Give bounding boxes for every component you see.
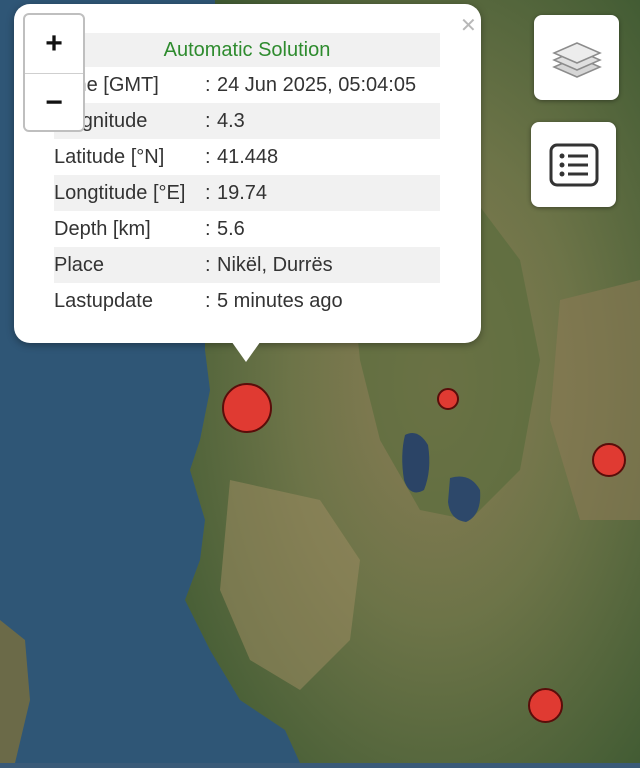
info-value: 19.74 [217,182,268,204]
info-row-depth: Depth [km] : 5.6 [54,211,440,247]
info-table: Time [GMT] : 24 Jun 2025, 05:04:05 Magni… [54,67,440,319]
info-separator: : [205,254,211,276]
info-label: Place [54,254,105,276]
earthquake-marker[interactable] [592,443,626,477]
info-label: Depth [km] [54,218,151,240]
info-value: Nikël, Durrës [217,254,333,276]
layers-button[interactable] [534,15,619,100]
list-button[interactable] [531,122,616,207]
info-value: 24 Jun 2025, 05:04:05 [217,74,417,96]
info-row-lastupdate: Lastupdate : 5 minutes ago [54,283,440,319]
info-value: 5.6 [217,218,245,240]
info-separator: : [205,110,211,132]
info-separator: : [205,218,211,240]
info-row-latitude: Latitude [°N] : 41.448 [54,139,440,175]
info-label: Longtitude [°E] [54,182,186,204]
info-separator: : [205,290,211,312]
info-label: Latitude [°N] [54,146,165,168]
info-label: Lastupdate [54,290,153,312]
info-row-magnitude: Magnitude : 4.3 [54,103,440,139]
earthquake-marker-selected[interactable] [222,383,272,433]
zoom-control: + − [23,13,85,132]
info-row-place: Place : Nikël, Durrës [54,247,440,283]
info-separator: : [205,146,211,168]
list-icon [549,143,598,186]
info-value: 5 minutes ago [217,290,343,312]
close-icon[interactable]: ✕ [460,16,477,36]
zoom-in-button[interactable]: + [25,15,83,74]
layers-icon [551,41,602,78]
info-row-longitude: Longtitude [°E] : 19.74 [54,175,440,211]
info-separator: : [205,182,211,204]
info-value: 4.3 [217,110,245,132]
info-value: 41.448 [217,146,279,168]
zoom-out-button[interactable]: − [25,74,83,130]
earthquake-marker[interactable] [437,388,459,410]
earthquake-marker[interactable] [528,688,563,723]
info-row-time: Time [GMT] : 24 Jun 2025, 05:04:05 [54,67,440,103]
popup-title: Automatic Solution [54,33,440,67]
info-separator: : [205,74,211,96]
popup-pointer [229,338,263,362]
